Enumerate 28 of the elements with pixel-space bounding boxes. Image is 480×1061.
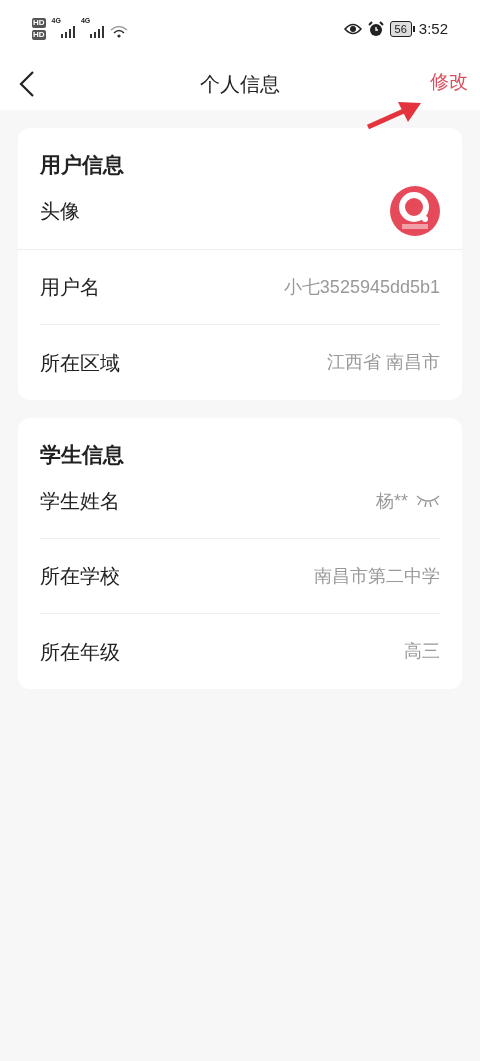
row-value: 高三 xyxy=(404,640,440,663)
closed-eye-icon[interactable] xyxy=(416,494,440,508)
row-label: 所在学校 xyxy=(40,564,120,589)
avatar-logo-icon[interactable] xyxy=(390,185,440,236)
sim-badge: HD xyxy=(32,18,46,28)
row-label: 头像 xyxy=(40,198,80,224)
row-value: 杨** xyxy=(376,489,408,513)
edit-button[interactable]: 修改 xyxy=(430,68,468,97)
row-label: 所在年级 xyxy=(40,639,120,665)
section-title: 学生信息 xyxy=(39,442,125,468)
eye-icon xyxy=(343,23,362,35)
row-label: 用户名 xyxy=(40,275,100,300)
back-icon[interactable] xyxy=(18,70,36,98)
signal-icon xyxy=(90,26,105,38)
time-text: 3:52 xyxy=(418,18,448,39)
row-label: 学生姓名 xyxy=(40,489,120,514)
row-value: 江西省 南昌市 xyxy=(327,351,440,374)
section-title: 用户信息 xyxy=(39,152,125,178)
row-label: 所在区域 xyxy=(40,350,120,376)
row-value: 小七3525945dd5b1 xyxy=(283,275,440,299)
signal-icon xyxy=(60,26,75,38)
battery-indicator: 56 xyxy=(389,21,412,37)
alarm-icon xyxy=(367,21,384,37)
page-title: 个人信息 xyxy=(200,72,280,97)
annotation-arrow-icon xyxy=(366,100,422,130)
wifi-icon xyxy=(110,24,129,38)
sim-badge: HD xyxy=(32,30,46,40)
row-value: 南昌市第二中学 xyxy=(314,564,440,588)
